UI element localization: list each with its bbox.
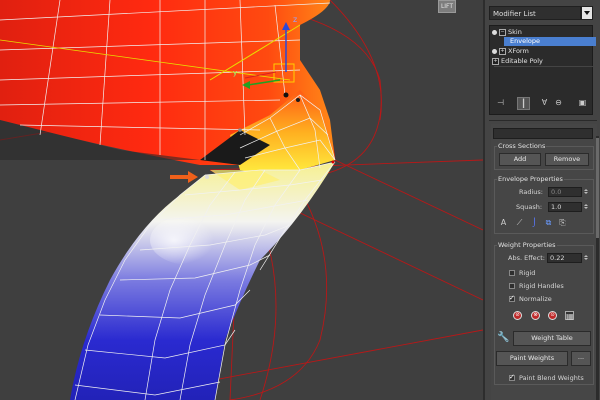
skinned-mesh-view: z y bbox=[0, 0, 483, 400]
bake-weights-icon[interactable]: ▦ bbox=[565, 311, 574, 321]
chevron-down-icon bbox=[584, 11, 590, 15]
radius-field[interactable]: 0.0 bbox=[548, 187, 582, 197]
rigid-label: Rigid bbox=[519, 269, 536, 277]
modifier-list-dropdown[interactable]: Modifier List bbox=[489, 6, 581, 20]
expand-icon[interactable]: + bbox=[492, 57, 499, 65]
forearm-mesh bbox=[70, 162, 335, 400]
normalize-label: Normalize bbox=[519, 295, 552, 303]
absolute-falloff-icon[interactable]: A bbox=[499, 218, 508, 227]
cross-sections-title: Cross Sections bbox=[497, 142, 547, 150]
collapse-icon[interactable]: − bbox=[499, 28, 506, 36]
name-field[interactable] bbox=[493, 128, 593, 139]
svg-text:y: y bbox=[233, 69, 237, 77]
exclude-verts-icon[interactable]: ⊘ bbox=[513, 311, 522, 320]
paint-weights-button[interactable]: Paint Weights bbox=[496, 351, 568, 366]
falloff-sinual-icon[interactable]: ⌡ bbox=[530, 218, 539, 227]
envelope-properties-title: Envelope Properties bbox=[497, 175, 564, 183]
select-excluded-verts-icon[interactable]: ⊙ bbox=[548, 311, 557, 320]
squash-spinner[interactable] bbox=[583, 203, 589, 211]
remove-cross-section-button[interactable]: Remove bbox=[545, 153, 589, 166]
weight-properties-title: Weight Properties bbox=[497, 241, 557, 249]
rigid-handles-checkbox[interactable] bbox=[509, 283, 515, 289]
lightbulb-icon[interactable] bbox=[492, 48, 497, 54]
stack-toolbar: ⊣ ┃ ∀ ⊖ ▣ bbox=[489, 95, 597, 111]
stack-divider bbox=[494, 66, 594, 67]
paint-blend-weights-label: Paint Blend Weights bbox=[519, 374, 584, 382]
viewport-corner-label[interactable]: LIFT bbox=[438, 0, 456, 13]
abs-effect-label: Abs. Effect: bbox=[508, 254, 545, 262]
show-end-result-icon[interactable]: ┃ bbox=[517, 97, 530, 110]
modifier-list-dropdown-button[interactable] bbox=[581, 6, 593, 20]
lightbulb-icon[interactable] bbox=[492, 29, 497, 35]
radius-spinner[interactable] bbox=[583, 188, 589, 196]
falloff-linear-icon[interactable]: ⟋ bbox=[515, 218, 524, 227]
command-panel: Modifier List − Skin Envelope + XForm + Edi… bbox=[483, 0, 600, 400]
paint-options-button[interactable]: ... bbox=[571, 351, 591, 366]
squash-label: Squash: bbox=[516, 203, 543, 211]
copy-envelope-icon[interactable]: ⧉ bbox=[544, 218, 553, 227]
abs-effect-field[interactable]: 0.22 bbox=[547, 253, 582, 263]
svg-text:z: z bbox=[293, 15, 297, 24]
stack-item-xform[interactable]: + XForm bbox=[492, 47, 529, 56]
configure-modifier-sets-icon[interactable]: ▣ bbox=[577, 97, 588, 108]
add-cross-section-button[interactable]: Add bbox=[499, 153, 541, 166]
squash-field[interactable]: 1.0 bbox=[548, 202, 582, 212]
rigid-handles-label: Rigid Handles bbox=[519, 282, 564, 290]
include-verts-icon[interactable]: ⊗ bbox=[531, 311, 540, 320]
stack-item-editable-poly[interactable]: + Editable Poly bbox=[492, 57, 543, 66]
viewport[interactable]: z y LIFT bbox=[0, 0, 483, 400]
rigid-checkbox[interactable] bbox=[509, 270, 515, 276]
stack-item-skin[interactable]: − Skin bbox=[492, 28, 522, 37]
abs-effect-spinner[interactable] bbox=[583, 254, 589, 262]
divider bbox=[489, 120, 597, 121]
expand-icon[interactable]: + bbox=[499, 47, 506, 55]
normalize-checkbox[interactable] bbox=[509, 294, 515, 302]
remove-modifier-icon[interactable]: ⊖ bbox=[553, 97, 564, 108]
pin-stack-icon[interactable]: ⊣ bbox=[495, 97, 506, 108]
paint-blend-weights-checkbox[interactable] bbox=[509, 373, 515, 381]
weight-tool-icon[interactable]: 🔧 bbox=[497, 333, 509, 345]
weight-table-button[interactable]: Weight Table bbox=[513, 331, 591, 346]
make-unique-icon[interactable]: ∀ bbox=[539, 97, 550, 108]
paste-envelope-icon[interactable]: ⎘ bbox=[558, 218, 567, 227]
stack-item-envelope[interactable]: Envelope bbox=[504, 37, 596, 46]
radius-label: Radius: bbox=[519, 188, 543, 196]
arrow-icon bbox=[170, 171, 198, 183]
panel-scrollbar-thumb[interactable] bbox=[596, 138, 599, 238]
